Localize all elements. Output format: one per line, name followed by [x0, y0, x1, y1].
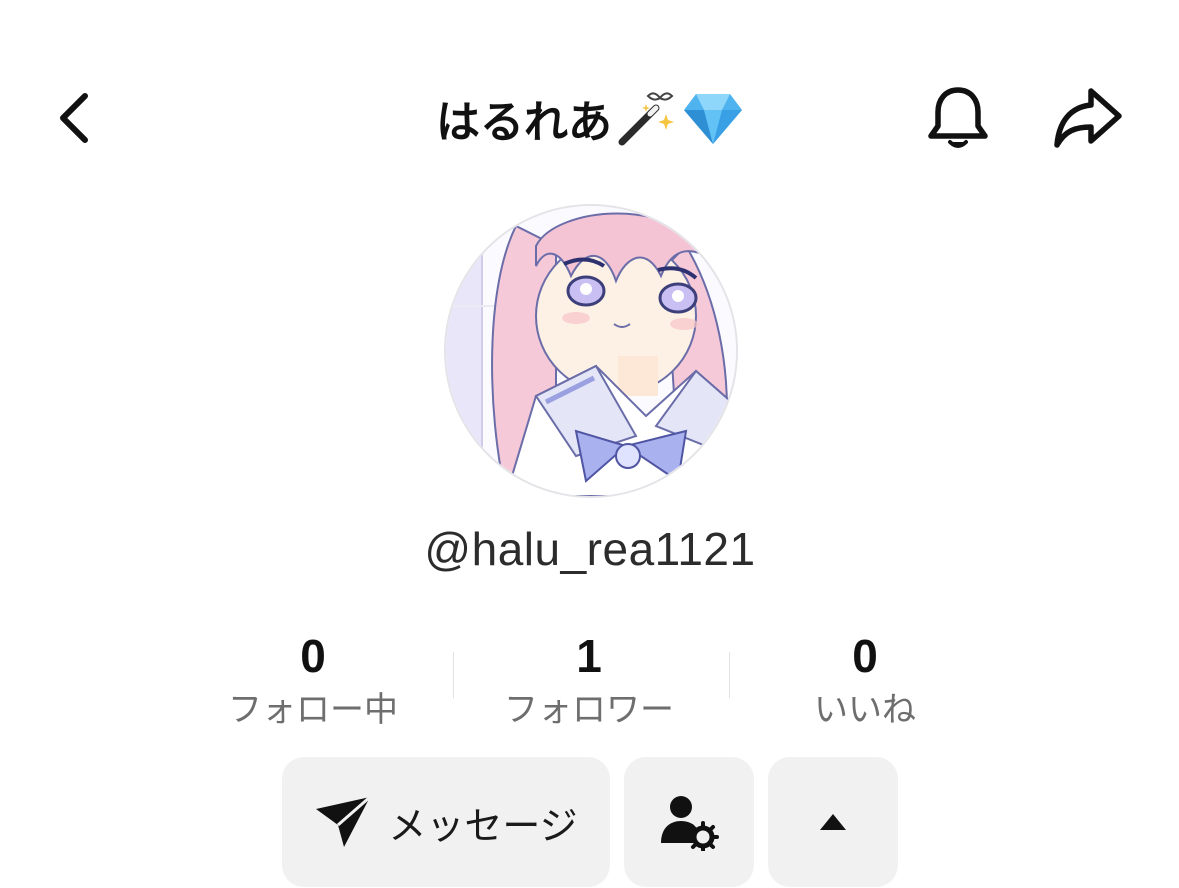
back-button[interactable]	[40, 80, 110, 156]
share-arrow-icon	[1054, 88, 1122, 148]
user-settings-icon	[661, 796, 719, 851]
username: @halu_rea1121	[424, 523, 756, 575]
message-button[interactable]: メッセージ	[282, 757, 610, 887]
stat-following[interactable]: 0 フォロー中	[193, 630, 433, 732]
stat-divider	[729, 652, 730, 698]
send-icon	[316, 795, 372, 847]
header-title-group: はるれあ	[300, 82, 880, 154]
following-count: 0	[300, 630, 326, 682]
stat-divider	[453, 652, 454, 698]
message-label: メッセージ	[388, 803, 578, 848]
gem-icon	[682, 90, 744, 146]
following-label: フォロー中	[228, 690, 398, 730]
magic-wand-icon	[616, 88, 678, 148]
followers-label: フォロワー	[504, 690, 674, 730]
share-button[interactable]	[1048, 80, 1128, 156]
page-title: はるれあ	[436, 97, 612, 148]
caret-up-icon	[820, 814, 846, 830]
chevron-left-icon	[60, 93, 88, 143]
stat-followers[interactable]: 1 フォロワー	[469, 630, 709, 732]
toggle-suggestions-button[interactable]	[768, 757, 898, 887]
likes-label: いいね	[814, 690, 916, 730]
notification-bell-button[interactable]	[920, 80, 996, 156]
avatar[interactable]	[446, 206, 736, 496]
bell-icon	[928, 87, 988, 148]
stat-likes[interactable]: 0 いいね	[745, 630, 985, 732]
add-friend-settings-button[interactable]	[624, 757, 754, 887]
likes-count: 0	[852, 630, 878, 682]
anime-girl-avatar	[446, 206, 736, 496]
followers-count: 1	[576, 630, 602, 682]
